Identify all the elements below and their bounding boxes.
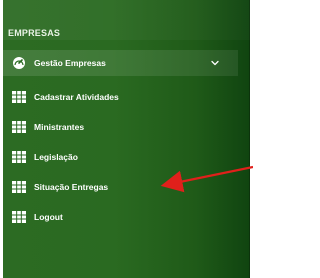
sidebar-item-label: Gestão Empresas (34, 58, 106, 68)
grid-icon (12, 150, 26, 164)
dashboard-icon (12, 56, 26, 70)
sidebar-item-legislacao[interactable]: Legislação (3, 144, 238, 170)
chevron-down-icon (210, 58, 220, 68)
grid-icon (12, 120, 26, 134)
grid-icon (12, 90, 26, 104)
sidebar-item-label: Legislação (34, 152, 78, 162)
sidebar-item-label: Logout (34, 212, 63, 222)
sidebar-item-label: Situação Entregas (34, 182, 109, 192)
sidebar-item-cadastrar-atividades[interactable]: Cadastrar Atividades (3, 84, 238, 110)
sidebar-item-logout[interactable]: Logout (3, 204, 238, 230)
sidebar-item-gestao-empresas[interactable]: Gestão Empresas (3, 50, 238, 76)
grid-icon (12, 180, 26, 194)
sidebar-item-label: Ministrantes (34, 122, 85, 132)
sidebar-item-label: Cadastrar Atividades (34, 92, 119, 102)
grid-icon (12, 210, 26, 224)
sidebar-item-ministrantes[interactable]: Ministrantes (3, 114, 238, 140)
sidebar: EMPRESAS Gestão Empresas Cadastrar Ativi… (3, 0, 250, 278)
sidebar-item-situacao-entregas[interactable]: Situação Entregas (3, 174, 238, 200)
section-title: EMPRESAS (8, 28, 61, 38)
